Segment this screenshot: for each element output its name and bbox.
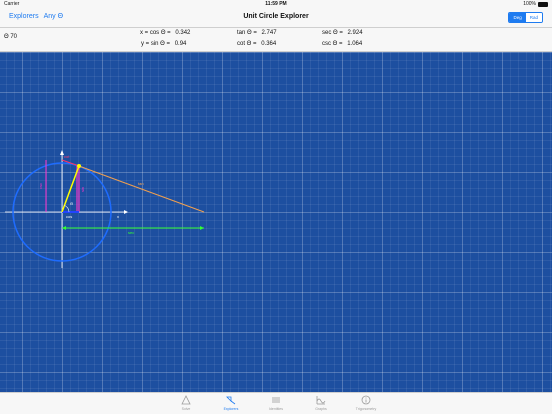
tab-solve-label: Solve: [181, 407, 191, 411]
graph-icon: [316, 396, 326, 405]
sec-arrow-right: [200, 226, 204, 230]
segment-rad[interactable]: Rad: [525, 13, 542, 22]
sec-arrow-left: [62, 226, 66, 230]
tab-trigonometry-label: Trigonometry: [355, 407, 377, 411]
sin-label: sin: [80, 187, 85, 192]
tab-explorers-label: Explorers: [223, 407, 239, 411]
cot-label: cot: [64, 154, 70, 159]
cos-row: x = cos Θ = 0.342: [140, 30, 190, 36]
sec-label: sec: [128, 230, 134, 235]
cot-label: cot Θ =: [237, 41, 257, 47]
info-icon: [361, 395, 371, 405]
unit-circle-diagram: x tan sec csc cot sin cos Θ: [5, 150, 205, 268]
battery-icon: [538, 1, 548, 7]
x-axis-arrow: [124, 210, 128, 214]
battery-indicator: 100%: [523, 1, 548, 7]
tab-identities[interactable]: Identities: [256, 395, 296, 411]
unit-circle-canvas[interactable]: x tan sec csc cot sin cos Θ: [0, 52, 552, 392]
status-time: 11:59 PM: [265, 1, 287, 7]
tab-solve[interactable]: Solve: [166, 395, 206, 411]
unit-segmented-control: Deg Rad: [508, 12, 543, 23]
cot-row: cot Θ = 0.364: [237, 41, 276, 47]
tan-label: tan: [138, 181, 144, 186]
csc-value: 1.064: [347, 41, 363, 47]
csc-label: csc: [38, 183, 43, 189]
sec-value: 2.924: [347, 30, 363, 36]
tan-value: 2.747: [261, 30, 277, 36]
angle-point-handle[interactable]: [77, 164, 81, 168]
battery-percent: 100%: [523, 1, 536, 7]
cos-label: cos: [66, 214, 72, 219]
sin-row: y = sin Θ = 0.94: [141, 41, 186, 47]
tan-segment: [78, 165, 205, 213]
nav-bar: Explorers Any Θ Unit Circle Explorer Deg…: [0, 8, 552, 28]
explorers-icon: [226, 396, 236, 405]
sin-label: y = sin Θ =: [141, 41, 171, 47]
sec-row: sec Θ = 2.924: [322, 30, 363, 36]
segment-deg[interactable]: Deg: [509, 13, 526, 22]
tab-bar: Solve Explorers Identities Graphs Trigon…: [0, 392, 552, 414]
tab-graphs[interactable]: Graphs: [301, 395, 341, 411]
theta-label: Θ: [70, 201, 73, 206]
csc-label: csc Θ =: [322, 41, 343, 47]
cos-label: x = cos Θ =: [140, 30, 171, 36]
sec-label: sec Θ =: [322, 30, 343, 36]
tab-explorers[interactable]: Explorers: [211, 395, 251, 411]
sin-value: 0.94: [174, 41, 187, 47]
cot-value: 0.364: [261, 41, 277, 47]
theta-value[interactable]: Θ 70: [4, 34, 17, 40]
status-bar: Carrier 11:59 PM 100%: [0, 0, 552, 8]
csc-row: csc Θ = 1.064: [322, 41, 362, 47]
list-icon: [272, 397, 280, 403]
tab-identities-label: Identities: [268, 407, 283, 411]
page-title: Unit Circle Explorer: [243, 13, 309, 20]
cos-value: 0.342: [175, 30, 191, 36]
triangle-icon: [181, 395, 191, 405]
tan-row: tan Θ = 2.747: [237, 30, 277, 36]
tan-label: tan Θ =: [237, 30, 257, 36]
tab-graphs-label: Graphs: [315, 407, 327, 411]
values-panel: Θ 70 x = cos Θ = 0.342 y = sin Θ = 0.94 …: [0, 28, 552, 52]
x-axis-label: x: [117, 214, 119, 219]
tab-trigonometry[interactable]: Trigonometry: [346, 395, 386, 411]
